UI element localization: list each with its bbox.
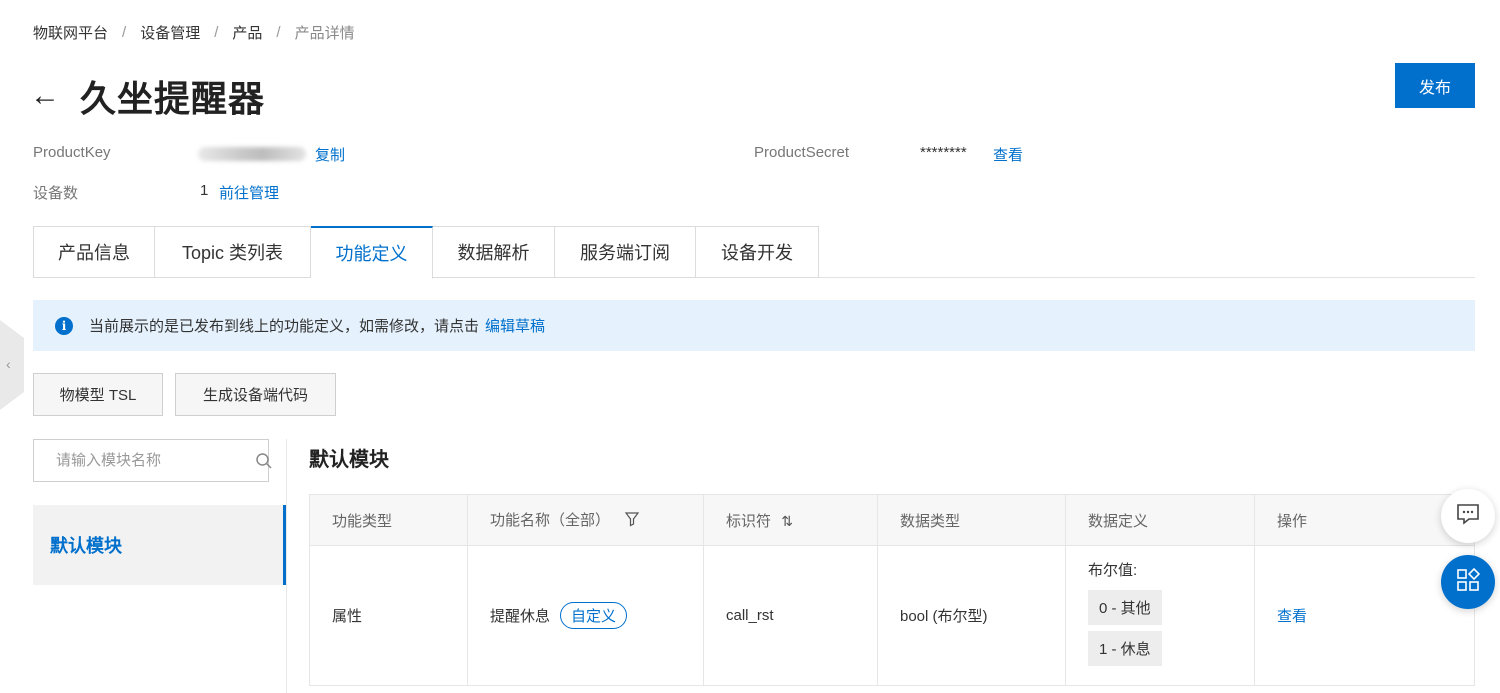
- col-header-identifier: 标识符 ⇅: [703, 494, 878, 546]
- search-icon[interactable]: [255, 452, 273, 470]
- breadcrumb-separator: /: [214, 24, 219, 41]
- cell-action: 查看: [1254, 545, 1475, 686]
- module-search-input[interactable]: [56, 452, 255, 469]
- module-search: [33, 439, 272, 482]
- chevron-left-icon: ‹: [6, 356, 11, 372]
- col-header-data-definition: 数据定义: [1065, 494, 1255, 546]
- breadcrumb-item-product[interactable]: 产品: [232, 22, 262, 43]
- view-secret-link[interactable]: 查看: [993, 144, 1023, 165]
- custom-tag: 自定义: [560, 602, 628, 629]
- manage-devices-link[interactable]: 前往管理: [219, 182, 279, 203]
- cell-identifier: call_rst: [703, 545, 878, 686]
- panel-divider: [286, 439, 287, 693]
- definition-label: 布尔值:: [1088, 562, 1138, 579]
- apps-menu-button[interactable]: [1441, 555, 1495, 609]
- cell-data-definition: 布尔值: 0 - 其他 1 - 休息: [1065, 545, 1255, 686]
- sort-icon[interactable]: ⇅: [781, 513, 793, 529]
- feature-name: 提醒休息: [490, 608, 551, 625]
- filter-icon[interactable]: [624, 512, 640, 531]
- cell-name: 提醒休息 自定义: [467, 545, 704, 686]
- breadcrumb: 物联网平台 / 设备管理 / 产品 / 产品详情: [33, 22, 355, 43]
- title-row: ← 久坐提醒器: [30, 70, 265, 122]
- table-header-row: 功能类型 功能名称（全部） 标识符 ⇅ 数据类型 数据定义 操作: [309, 494, 1475, 546]
- tab-feature-definition[interactable]: 功能定义: [311, 226, 433, 279]
- breadcrumb-separator: /: [276, 24, 281, 41]
- col-header-identifier-label: 标识符: [726, 512, 772, 530]
- breadcrumb-item-iot[interactable]: 物联网平台: [33, 22, 108, 43]
- tab-product-info[interactable]: 产品信息: [33, 226, 155, 278]
- breadcrumb-separator: /: [122, 24, 127, 41]
- col-header-data-type: 数据类型: [877, 494, 1066, 546]
- definition-value-chip: 0 - 其他: [1088, 590, 1162, 625]
- generate-device-code-button[interactable]: 生成设备端代码: [175, 373, 336, 416]
- tab-data-parsing[interactable]: 数据解析: [433, 226, 555, 278]
- breadcrumb-item-current: 产品详情: [294, 25, 355, 42]
- product-tabs: 产品信息 Topic 类列表 功能定义 数据解析 服务端订阅 设备开发: [33, 226, 1475, 279]
- definition-value-chip: 1 - 休息: [1088, 631, 1162, 666]
- product-meta-row-1: ProductKey 复制 ProductSecret ******** 查看: [33, 144, 1133, 164]
- product-meta-row-2: 设备数 1 前往管理: [33, 182, 433, 202]
- product-key-value-redacted: [198, 147, 306, 161]
- tsl-button[interactable]: 物模型 TSL: [33, 373, 163, 416]
- module-list-item-default[interactable]: 默认模块: [33, 505, 286, 585]
- apps-grid-icon: [1455, 567, 1481, 598]
- product-secret-value: ********: [920, 144, 967, 161]
- cell-type: 属性: [309, 545, 468, 686]
- breadcrumb-item-device-mgmt[interactable]: 设备管理: [140, 22, 200, 43]
- product-key-label: ProductKey: [33, 144, 111, 161]
- edit-draft-link[interactable]: 编辑草稿: [485, 315, 545, 336]
- copy-product-key-link[interactable]: 复制: [315, 144, 345, 165]
- col-header-type: 功能类型: [309, 494, 468, 546]
- feature-table: 功能类型 功能名称（全部） 标识符 ⇅ 数据类型 数据定义 操作 属性 提醒休息…: [309, 494, 1475, 686]
- col-header-name: 功能名称（全部）: [467, 494, 704, 546]
- chat-icon: [1456, 503, 1480, 530]
- publish-button[interactable]: 发布: [1395, 63, 1475, 108]
- tab-server-subscription[interactable]: 服务端订阅: [555, 226, 696, 278]
- info-icon: i: [55, 316, 73, 335]
- notice-text: 当前展示的是已发布到线上的功能定义，如需修改，请点击: [89, 318, 480, 335]
- module-title: 默认模块: [309, 449, 389, 471]
- sidebar-collapse-handle[interactable]: ‹: [0, 320, 24, 410]
- back-arrow-icon[interactable]: ←: [30, 81, 60, 111]
- chat-feedback-button[interactable]: [1441, 489, 1495, 543]
- tab-topic-list[interactable]: Topic 类列表: [155, 226, 311, 278]
- col-header-name-label: 功能名称（全部）: [490, 511, 611, 529]
- view-feature-link[interactable]: 查看: [1277, 608, 1307, 625]
- tab-device-development[interactable]: 设备开发: [696, 226, 819, 278]
- device-count-value: 1: [200, 182, 209, 199]
- device-count-label: 设备数: [33, 185, 79, 202]
- table-row: 属性 提醒休息 自定义 call_rst bool (布尔型) 布尔值: 0 - …: [309, 545, 1475, 686]
- product-secret-label: ProductSecret: [754, 144, 850, 161]
- page-title: 久坐提醒器: [80, 78, 266, 119]
- info-notice: i 当前展示的是已发布到线上的功能定义，如需修改，请点击 编辑草稿: [33, 300, 1475, 351]
- cell-data-type: bool (布尔型): [877, 545, 1066, 686]
